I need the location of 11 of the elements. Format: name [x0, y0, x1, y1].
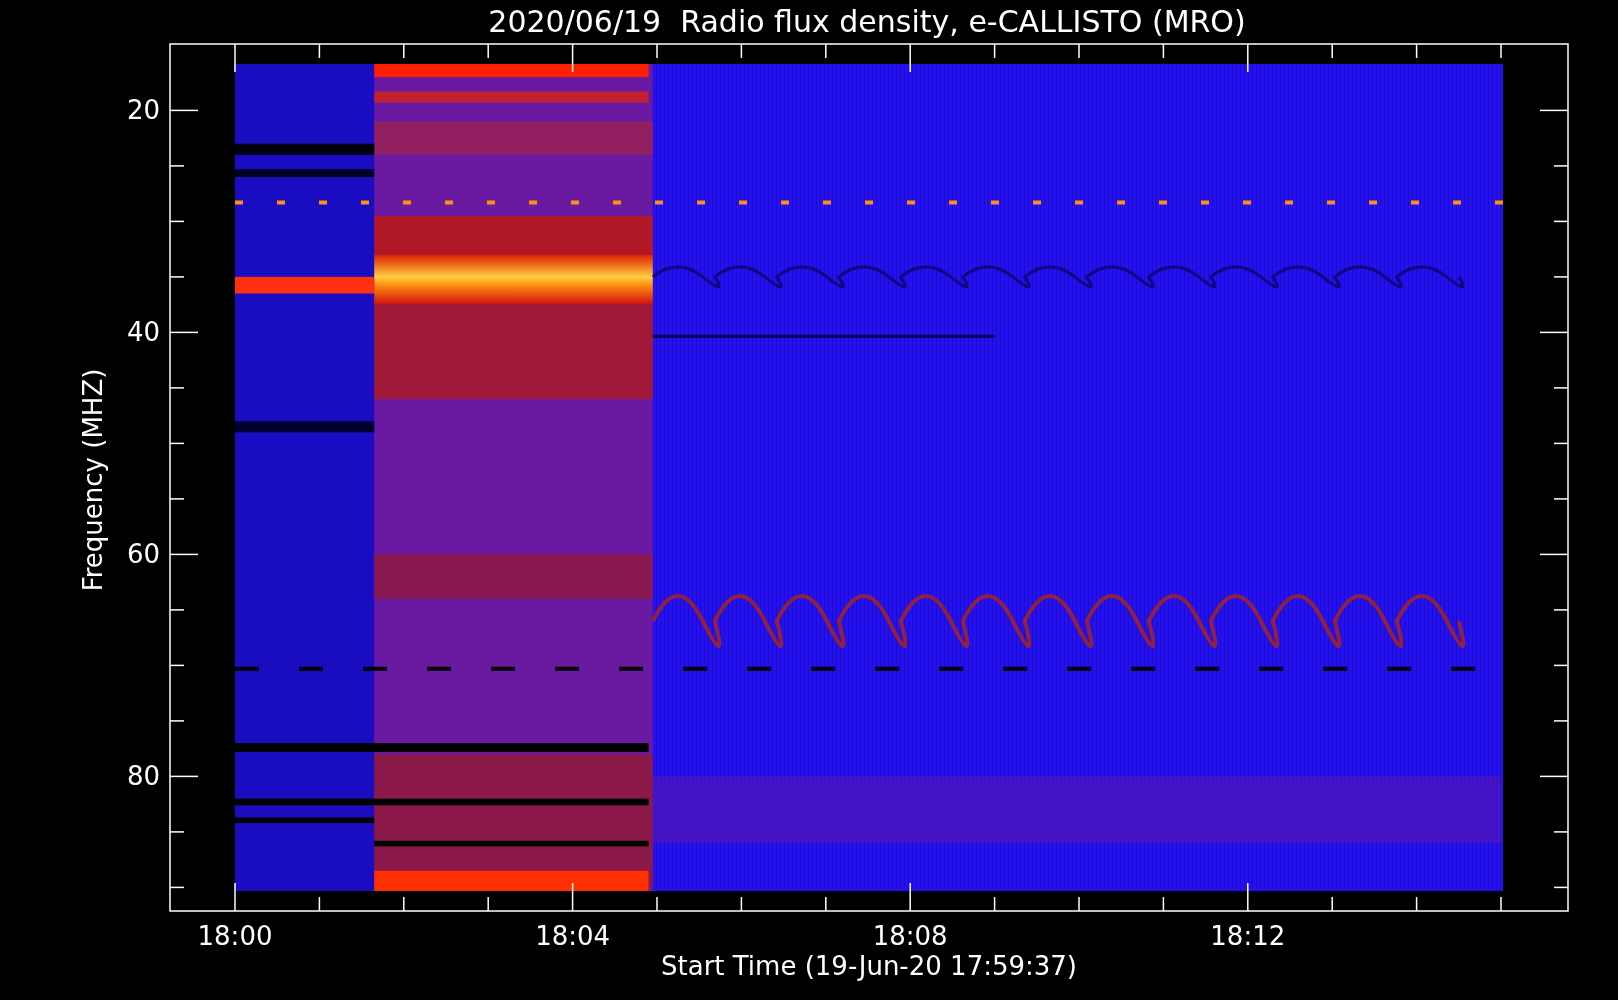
y-tick-label: 80	[126, 761, 160, 792]
chart-title: 2020/06/19 Radio flux density, e-CALLISTO (MRO)	[488, 4, 1246, 39]
y-tick-label: 20	[126, 95, 160, 126]
x-tick-label: 18:04	[535, 921, 611, 951]
x-axis-title: Start Time (19-Jun-20 17:59:37)	[661, 951, 1077, 981]
x-tick-label: 18:12	[1210, 921, 1286, 951]
y-axis-title: Frequency (MHZ)	[78, 368, 108, 592]
x-tick-label: 18:08	[872, 921, 948, 951]
y-tick-label: 40	[126, 317, 160, 348]
y-tick-label: 60	[126, 539, 160, 570]
x-tick-label: 18:00	[197, 921, 273, 951]
